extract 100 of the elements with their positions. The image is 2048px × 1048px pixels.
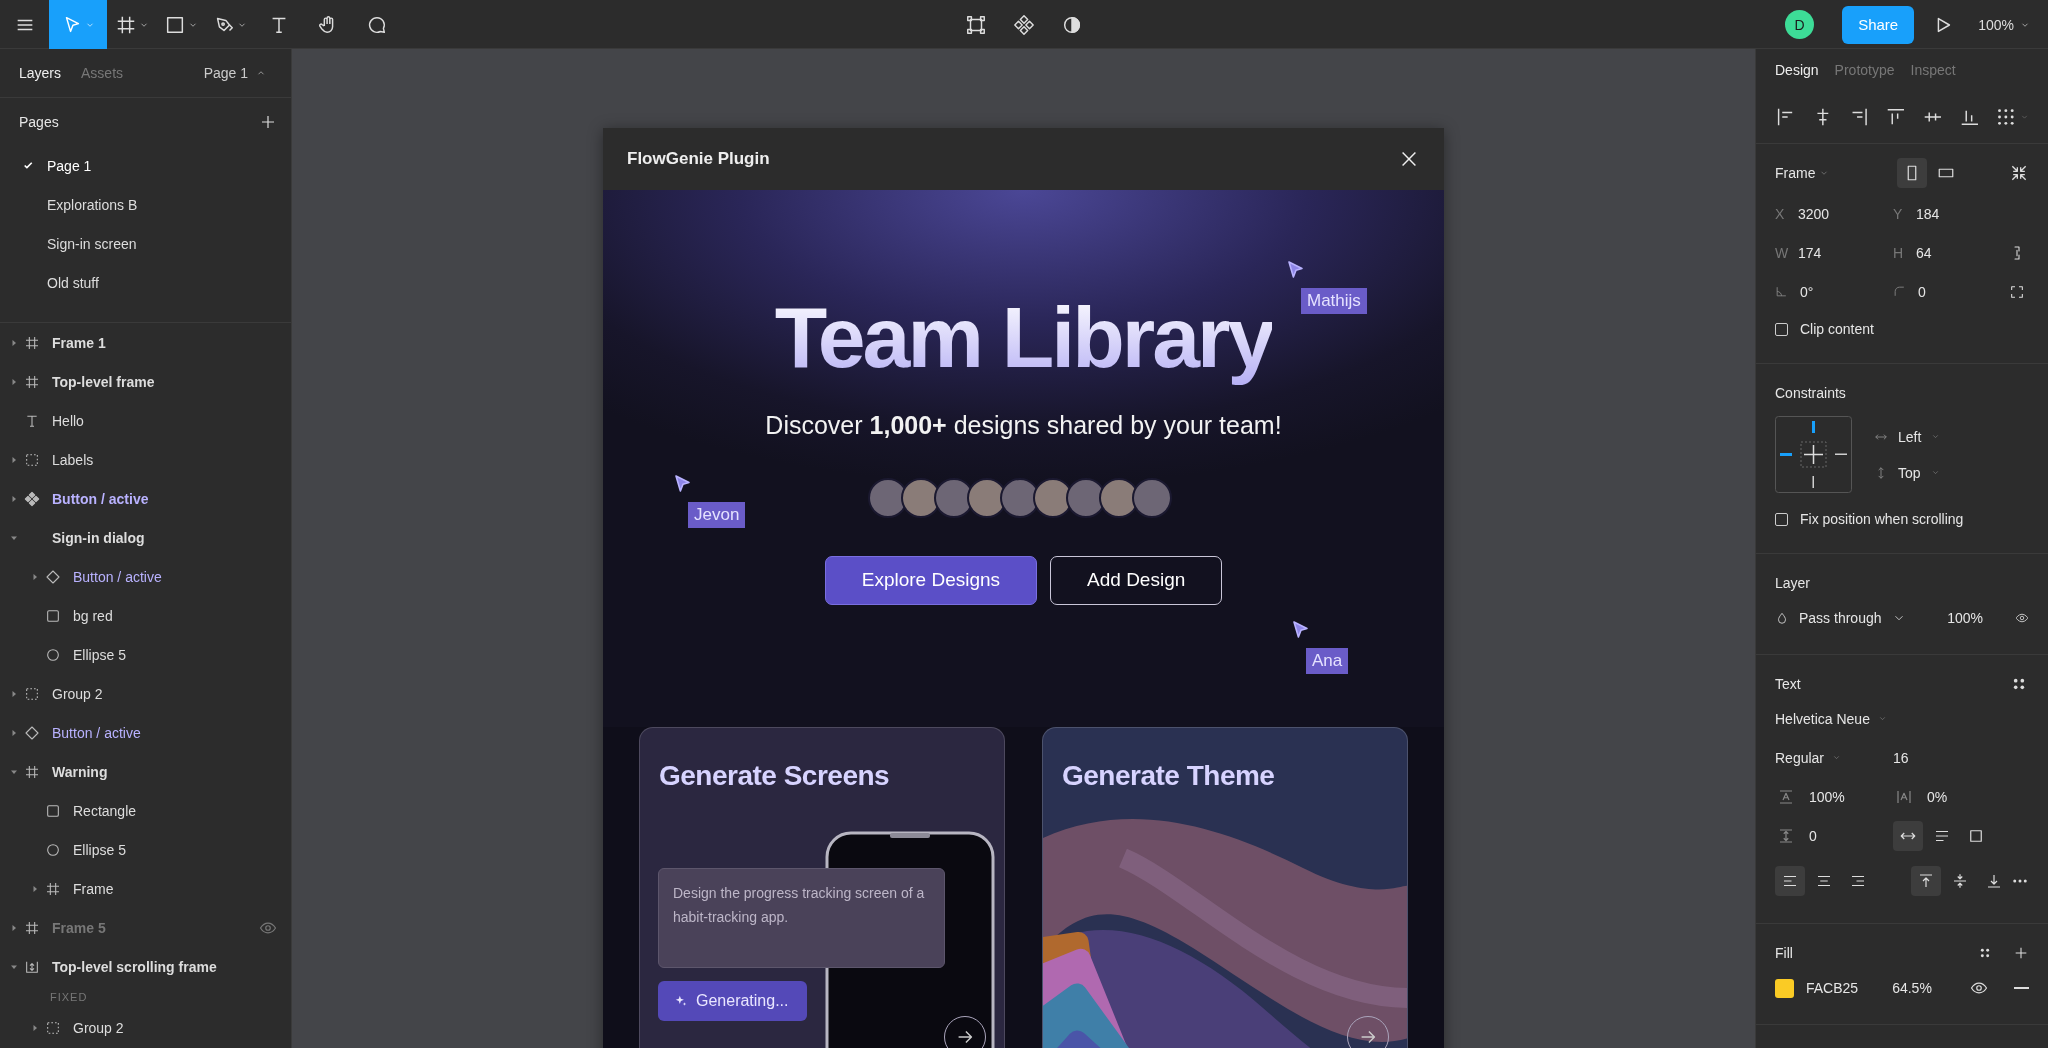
option-toggle[interactable] (1893, 820, 1923, 851)
number-field[interactable]: 0° (1775, 272, 1893, 311)
layer-name[interactable]: Rectangle (73, 802, 137, 819)
panel-tab[interactable]: Layers (19, 65, 62, 81)
field-value: 0 (1918, 283, 1926, 300)
letter-spacing-field[interactable]: 0% (1927, 788, 1948, 805)
blend-dropdown[interactable]: Pass through (1799, 610, 1882, 626)
opacity-value[interactable]: 100% (1947, 610, 1983, 626)
layer-name[interactable]: Top-level frame (52, 373, 155, 390)
align-bottom-icon (1985, 872, 2003, 890)
page-item[interactable]: Explorations B (0, 185, 291, 224)
chevron-icon (1832, 753, 1842, 762)
layer-name[interactable]: Hello (52, 412, 84, 429)
layer-name[interactable]: Sign-in dialog (52, 529, 145, 546)
checkbox-label: Clip content (1800, 321, 1874, 337)
chevron-icon (1877, 714, 1887, 723)
layer-name[interactable]: Ellipse 5 (73, 646, 126, 663)
explore-button[interactable]: Explore Designs (824, 555, 1038, 605)
number-field[interactable]: H 64 (1893, 233, 1993, 272)
field-label: Y (1893, 205, 1904, 222)
field-label: X (1775, 205, 1786, 222)
card-title: Generate Screens (658, 759, 891, 792)
plugin-title: FlowGenie Plugin (627, 149, 770, 169)
align-middle-icon (1951, 872, 1969, 890)
user-avatar[interactable]: D (1785, 10, 1815, 39)
layer-name[interactable]: Ellipse 5 (73, 841, 126, 858)
zoom-dropdown[interactable]: 100% (1972, 15, 2036, 34)
hash-icon (24, 334, 40, 351)
page-item[interactable]: Page 1 (0, 146, 291, 185)
option-toggle[interactable] (1911, 866, 1941, 896)
color-swatch[interactable] (1775, 978, 1794, 998)
square-icon (45, 802, 61, 819)
option-toggle[interactable] (1775, 866, 1805, 896)
hash-icon (24, 763, 40, 780)
dashed-square-icon (45, 1019, 61, 1036)
layer-name[interactable]: Warning (52, 763, 108, 780)
field-value: 0° (1800, 283, 1814, 300)
checkbox[interactable] (1775, 322, 1788, 336)
component-icon (24, 490, 40, 507)
number-field[interactable]: 0 (1893, 272, 1993, 311)
field-value: 64 (1916, 244, 1932, 261)
layer-name[interactable]: Labels (52, 451, 94, 468)
layer-name[interactable]: Button / active (52, 724, 141, 741)
section-title: Constraints (1775, 385, 1846, 401)
field-value: 174 (1798, 244, 1822, 261)
number-field[interactable]: W 174 (1775, 233, 1893, 272)
circle-icon (45, 841, 61, 858)
layer-name[interactable]: bg red (73, 607, 113, 624)
align-top-icon (1917, 872, 1935, 890)
hex-field[interactable]: FACB25 (1806, 980, 1859, 996)
plus-icon[interactable] (259, 113, 277, 131)
frame-dropdown[interactable]: Frame (1775, 165, 1816, 181)
eye-icon (2015, 611, 2029, 625)
sparkle-icon (674, 994, 688, 1008)
checkbox[interactable] (1775, 512, 1788, 526)
opacity-field[interactable]: 64.5% (1892, 980, 1932, 996)
section-title: Layer (1775, 575, 1811, 591)
line-height-field[interactable]: 100% (1809, 788, 1845, 805)
layer-name[interactable]: Button / active (73, 568, 162, 585)
chevron-icon (1931, 432, 1941, 441)
layer-name[interactable]: Frame (73, 880, 114, 897)
constraint-diagram[interactable] (1775, 416, 1852, 493)
angle-icon (1775, 285, 1788, 298)
add-button[interactable]: Add Design (1050, 555, 1223, 605)
field-value: 184 (1916, 205, 1940, 222)
panel-tab[interactable]: Design (1775, 62, 1819, 78)
cursor-label: Ana (1306, 648, 1349, 674)
paragraph-spacing-field[interactable]: 0 (1809, 827, 1817, 844)
layer-name[interactable]: Button / active (52, 490, 149, 507)
generating-button[interactable]: Generating... (658, 981, 807, 1021)
portrait-toggle[interactable] (1897, 158, 1927, 188)
weight-dropdown[interactable]: Regular (1775, 749, 1825, 766)
page-item[interactable]: Sign-in screen (0, 224, 291, 263)
layer-name[interactable]: Frame 1 (52, 334, 106, 351)
section-label: FIXED (49, 990, 89, 1005)
corners-icon[interactable] (2009, 283, 2025, 300)
field-label: W (1775, 244, 1786, 261)
layer-name[interactable]: Group 2 (52, 685, 103, 702)
prompt-field[interactable]: Design the progress tracking screen of a habit-tracking app. (658, 868, 945, 968)
square-icon (45, 607, 61, 624)
constraint-dropdown[interactable]: Left (1898, 428, 1922, 445)
card-title: Generate Theme (1061, 759, 1276, 792)
layer-name[interactable]: Top-level scrolling frame (52, 958, 217, 975)
page-dropdown[interactable]: Page 1 (197, 64, 272, 82)
page-item[interactable]: Old stuff (0, 263, 291, 302)
number-field[interactable]: Y 184 (1893, 194, 1993, 233)
feature-card[interactable]: Generate Screens Design the progress tracking screen of a habit-tracking app. Generating... (639, 727, 1005, 1048)
circle-icon (45, 646, 61, 663)
shrink-icon[interactable] (2009, 163, 2029, 183)
checkbox-label: Fix position when scrolling (1800, 511, 1964, 527)
feature-card[interactable]: Generate Theme (1042, 727, 1408, 1048)
field-value: 3200 (1798, 205, 1830, 222)
number-field[interactable]: X 3200 (1775, 194, 1893, 233)
transform-icon[interactable] (965, 13, 987, 36)
component-icon[interactable] (1013, 13, 1035, 36)
constraint-dropdown[interactable]: Top (1898, 464, 1921, 481)
font-dropdown[interactable]: Helvetica Neue (1775, 710, 1870, 727)
chevron-icon (1930, 468, 1940, 477)
layer-name[interactable]: Group 2 (73, 1019, 124, 1036)
font-size-field[interactable]: 16 (1893, 749, 2029, 766)
